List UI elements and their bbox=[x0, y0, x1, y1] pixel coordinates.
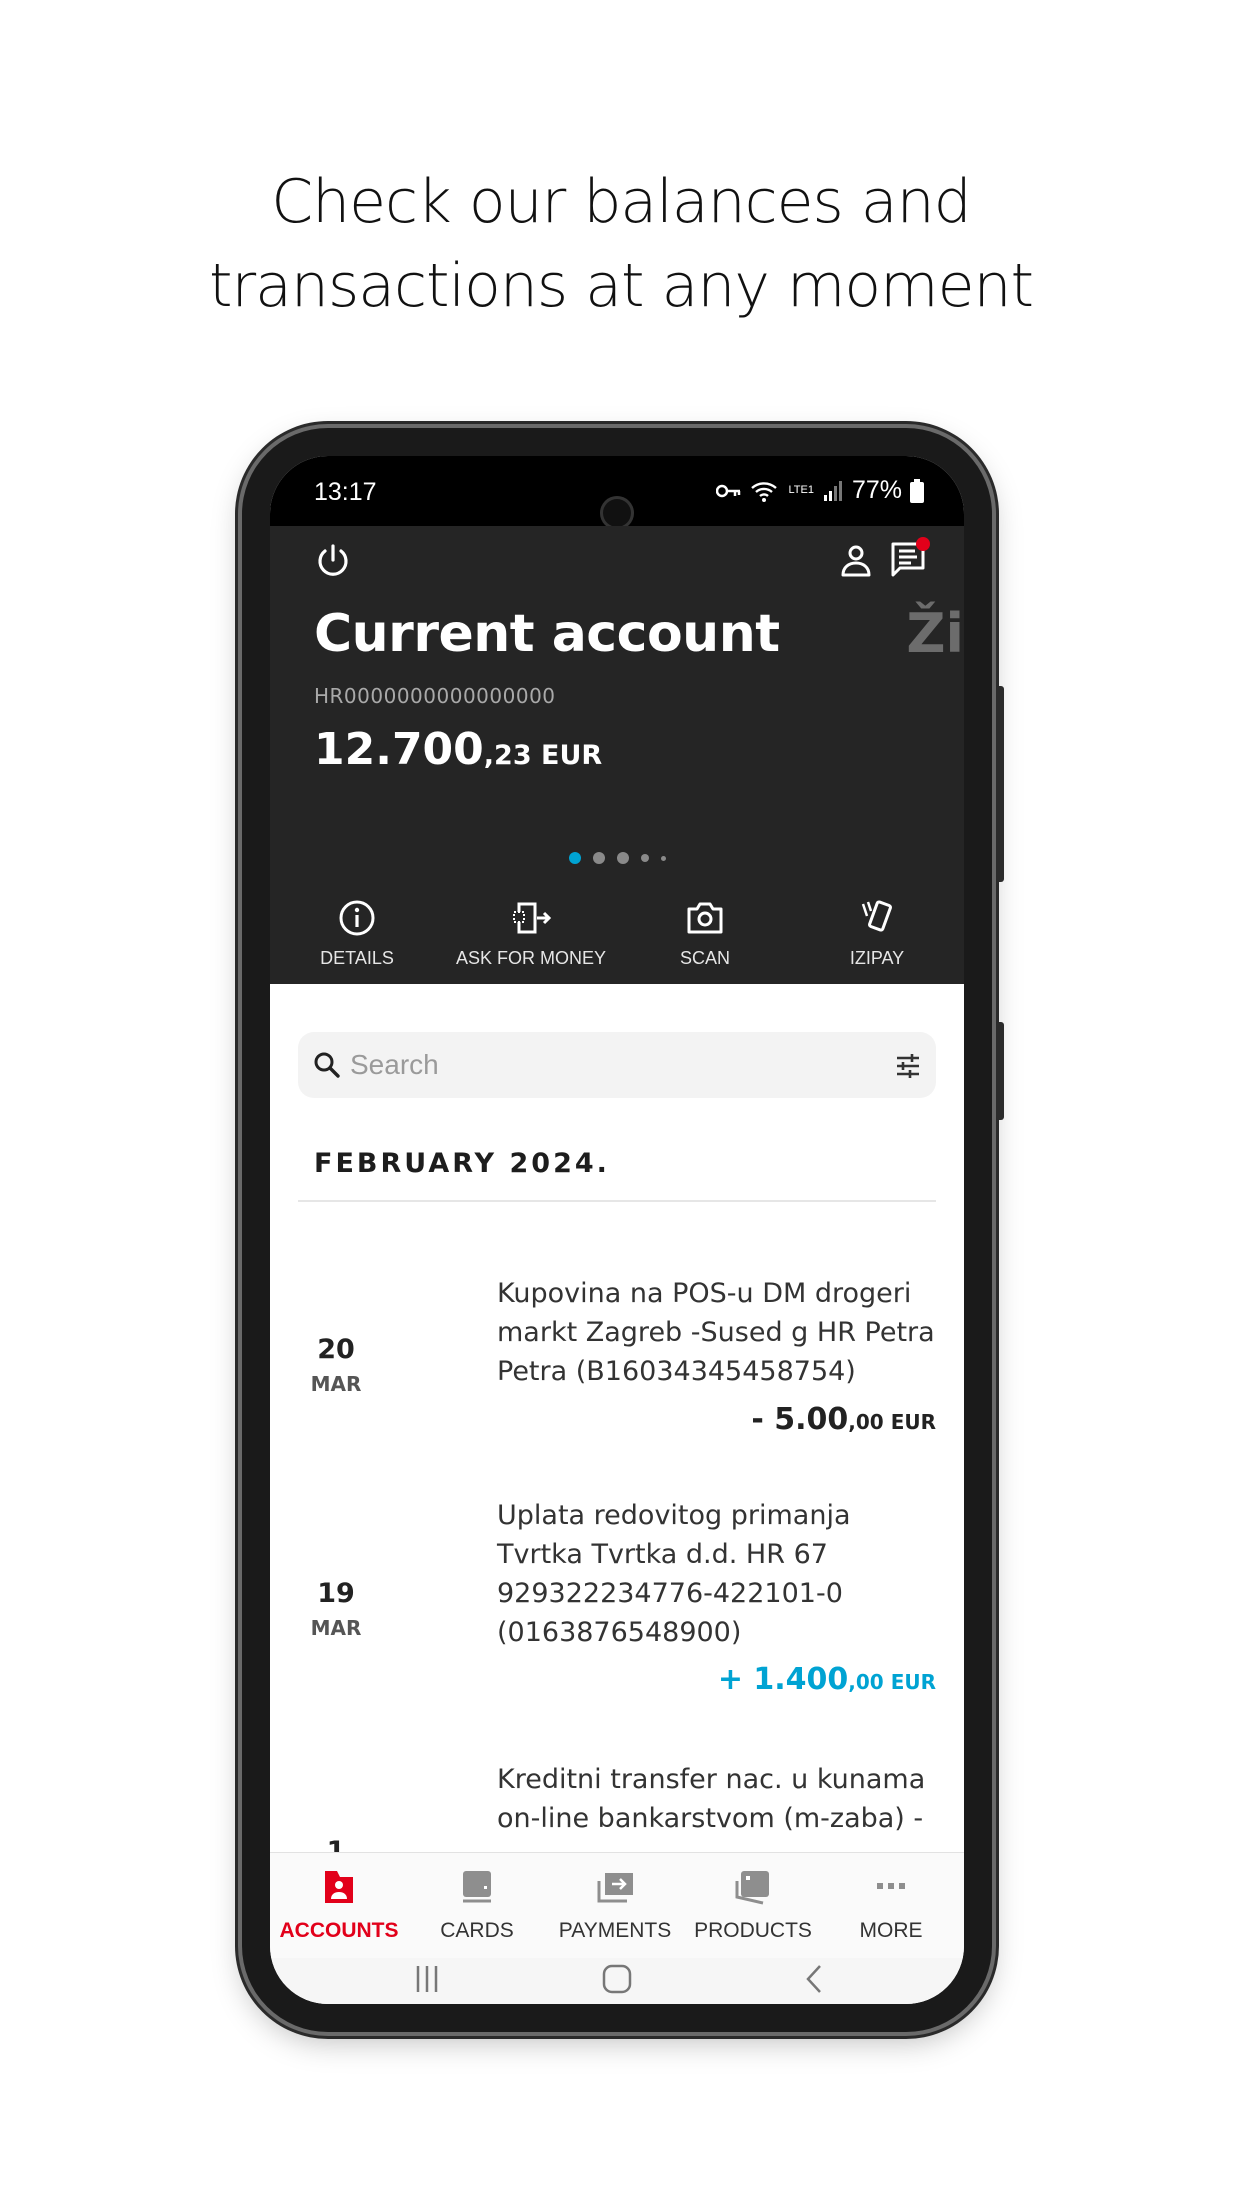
transaction-description: Uplata redovitog primanja Tvrtka Tvrtka … bbox=[497, 1500, 851, 1648]
account-header: Current account Ži HR0000000000000000 12… bbox=[270, 526, 964, 984]
battery-percent: 77% bbox=[851, 476, 902, 504]
products-icon bbox=[735, 1871, 769, 1905]
promo-headline: Check our balances and transactions at a… bbox=[0, 160, 1242, 328]
balance-integer: 12.700 bbox=[314, 724, 484, 775]
tab-accounts[interactable]: ACCOUNTS bbox=[270, 1867, 408, 1943]
carousel-dot[interactable] bbox=[660, 855, 666, 861]
transaction-amount: + 1.400,00 EUR bbox=[718, 1662, 936, 1697]
ask-for-money-action[interactable]: ASK FOR MONEY bbox=[444, 898, 618, 969]
back-button[interactable] bbox=[798, 1962, 832, 2000]
details-action[interactable]: DETAILS bbox=[270, 898, 444, 969]
carousel-dot[interactable] bbox=[640, 854, 649, 862]
more-icon bbox=[877, 1883, 905, 1889]
camera-icon bbox=[687, 902, 723, 934]
bottom-tab-bar: ACCOUNTS CARDS PAYMENTS PRODUCTS MORE bbox=[270, 1852, 964, 1959]
home-icon bbox=[602, 1964, 632, 1994]
quick-actions: DETAILS ASK FOR MONEY SCAN IZIPAY bbox=[270, 898, 964, 984]
accounts-icon bbox=[325, 1871, 353, 1903]
tab-cards-label: CARDS bbox=[440, 1919, 514, 1942]
scan-action[interactable]: SCAN bbox=[618, 898, 792, 969]
request-money-icon bbox=[513, 902, 552, 934]
filter-icon[interactable] bbox=[894, 1052, 922, 1080]
vpn-key-icon bbox=[716, 484, 741, 497]
transaction-description: Kupovina na POS-u DM drogeri markt Zagre… bbox=[497, 1278, 935, 1387]
home-button[interactable] bbox=[600, 1962, 634, 2000]
account-title: Current account bbox=[314, 604, 780, 664]
transaction-day: 20 bbox=[317, 1334, 355, 1365]
search-placeholder: Search bbox=[350, 1049, 439, 1080]
status-bar: 13:17 LTE1 77% bbox=[270, 456, 964, 530]
system-navigation-bar bbox=[270, 1958, 964, 2004]
volume-button bbox=[996, 686, 1004, 882]
amount-decimal: ,00 EUR bbox=[848, 1670, 936, 1694]
next-account-peek[interactable]: Ži bbox=[906, 602, 964, 665]
izipay-label: IZIPAY bbox=[849, 948, 905, 968]
amount-integer: + 1.400 bbox=[717, 1662, 849, 1697]
transaction-description: Kreditni transfer nac. u kunama on-line … bbox=[497, 1764, 926, 1834]
transaction-day: 1 bbox=[326, 1836, 346, 1852]
headline-line-1: Check our balances and bbox=[271, 167, 972, 237]
transactions-panel: Search FEBRUARY 2024. 20 MAR Kupovina na… bbox=[270, 984, 964, 1852]
message-icon bbox=[891, 537, 930, 577]
recent-apps-icon bbox=[416, 1966, 438, 1992]
month-divider bbox=[298, 1200, 936, 1202]
tab-cards[interactable]: CARDS bbox=[408, 1867, 546, 1943]
month-header: FEBRUARY 2024. bbox=[314, 1148, 610, 1179]
ask-for-money-label: ASK FOR MONEY bbox=[455, 948, 607, 968]
search-input[interactable]: Search bbox=[298, 1032, 936, 1098]
status-time: 13:17 bbox=[314, 478, 377, 506]
profile-button[interactable] bbox=[838, 542, 874, 584]
tab-more[interactable]: MORE bbox=[822, 1867, 960, 1943]
info-icon bbox=[339, 900, 375, 936]
transaction-amount: - 5.00,00 EUR bbox=[751, 1402, 936, 1437]
phone-frame: 13:17 LTE1 77% Current account Ži HR0000… bbox=[242, 428, 1004, 2032]
carousel-dot[interactable] bbox=[616, 852, 629, 864]
balance-decimal: ,23 EUR bbox=[483, 740, 603, 771]
details-label: DETAILS bbox=[320, 948, 394, 968]
account-balance: 12.700,23 EUR bbox=[314, 724, 602, 775]
phone-cards-icon bbox=[861, 900, 892, 932]
wifi-icon bbox=[751, 481, 778, 502]
izipay-action[interactable]: IZIPAY bbox=[790, 898, 964, 969]
transaction-month: MAR bbox=[310, 1372, 362, 1396]
tab-products[interactable]: PRODUCTS bbox=[684, 1867, 822, 1943]
phone-screen: 13:17 LTE1 77% Current account Ži HR0000… bbox=[270, 456, 964, 2004]
battery-icon bbox=[910, 478, 924, 503]
card-icon bbox=[463, 1871, 491, 1903]
user-icon bbox=[841, 545, 871, 577]
logout-button[interactable] bbox=[314, 542, 352, 584]
power-button bbox=[996, 1022, 1004, 1120]
transaction-day: 19 bbox=[317, 1578, 355, 1609]
messages-button[interactable] bbox=[888, 536, 932, 584]
back-icon bbox=[806, 1965, 821, 1993]
tab-payments[interactable]: PAYMENTS bbox=[546, 1867, 684, 1943]
amount-decimal: ,00 EUR bbox=[848, 1410, 936, 1434]
carousel-dot[interactable] bbox=[592, 852, 605, 864]
front-camera bbox=[600, 496, 634, 530]
tab-more-label: MORE bbox=[859, 1919, 923, 1942]
recent-apps-button[interactable] bbox=[410, 1962, 444, 2000]
transaction-month: MAR bbox=[310, 1616, 362, 1640]
payments-icon bbox=[597, 1873, 633, 1903]
search-icon bbox=[314, 1052, 340, 1078]
carousel-dot-active[interactable] bbox=[568, 852, 581, 864]
power-icon bbox=[318, 544, 348, 576]
amount-integer: - 5.00 bbox=[751, 1402, 849, 1437]
headline-line-2: transactions at any moment bbox=[208, 251, 1034, 321]
tab-products-label: PRODUCTS bbox=[694, 1919, 812, 1942]
carousel-indicator bbox=[270, 852, 964, 864]
network-type-label: LTE1 bbox=[788, 484, 814, 496]
tab-accounts-label: ACCOUNTS bbox=[279, 1919, 399, 1942]
tab-payments-label: PAYMENTS bbox=[558, 1919, 672, 1942]
signal-icon bbox=[823, 480, 842, 501]
scan-label: SCAN bbox=[679, 948, 730, 968]
account-iban: HR0000000000000000 bbox=[314, 684, 556, 708]
